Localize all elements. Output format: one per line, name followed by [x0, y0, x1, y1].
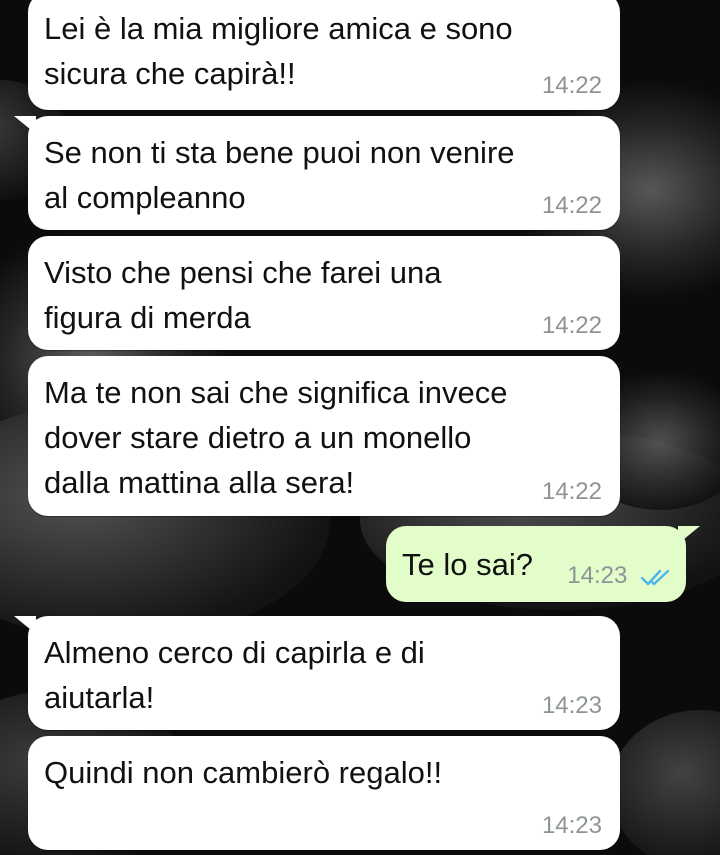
message-time: 14:23: [567, 562, 628, 589]
incoming-message[interactable]: Ma te non sai che significa invece dover…: [28, 356, 620, 516]
message-time: 14:23: [541, 812, 602, 839]
message-time: 14:22: [541, 72, 602, 99]
message-time: 14:23: [541, 692, 602, 719]
message-text: Visto che pensi che farei una figura di …: [44, 255, 442, 335]
message-text: Se non ti sta bene puoi non venire al co…: [44, 135, 515, 215]
message-time: 14:22: [541, 478, 602, 505]
message-text: Ma te non sai che significa invece dover…: [44, 375, 508, 500]
bubble-tail: [14, 616, 36, 634]
bubble-tail: [678, 526, 700, 544]
message-time: 14:22: [541, 312, 602, 339]
incoming-message[interactable]: Lei è la mia migliore amica e sono sicur…: [28, 0, 620, 110]
bubble-tail: [14, 116, 36, 134]
incoming-message[interactable]: Se non ti sta bene puoi non venire al co…: [14, 116, 620, 230]
message-meta: 14:23: [567, 562, 672, 590]
message-text: Te lo sai?: [402, 547, 533, 582]
chat-message-list[interactable]: Lei è la mia migliore amica e sono sicur…: [0, 0, 720, 855]
double-check-read-icon: [640, 569, 670, 585]
message-text: Quindi non cambierò regalo!!: [44, 755, 443, 790]
message-time: 14:22: [541, 192, 602, 219]
message-text: Almeno cerco di capirla e di aiutarla!: [44, 635, 425, 715]
incoming-message[interactable]: Quindi non cambierò regalo!! 14:23: [28, 736, 620, 850]
message-text: Lei è la mia migliore amica e sono sicur…: [44, 11, 513, 91]
outgoing-message[interactable]: Te lo sai? 14:23: [386, 526, 700, 602]
incoming-message[interactable]: Visto che pensi che farei una figura di …: [28, 236, 620, 350]
incoming-message[interactable]: Almeno cerco di capirla e di aiutarla! 1…: [14, 616, 620, 730]
